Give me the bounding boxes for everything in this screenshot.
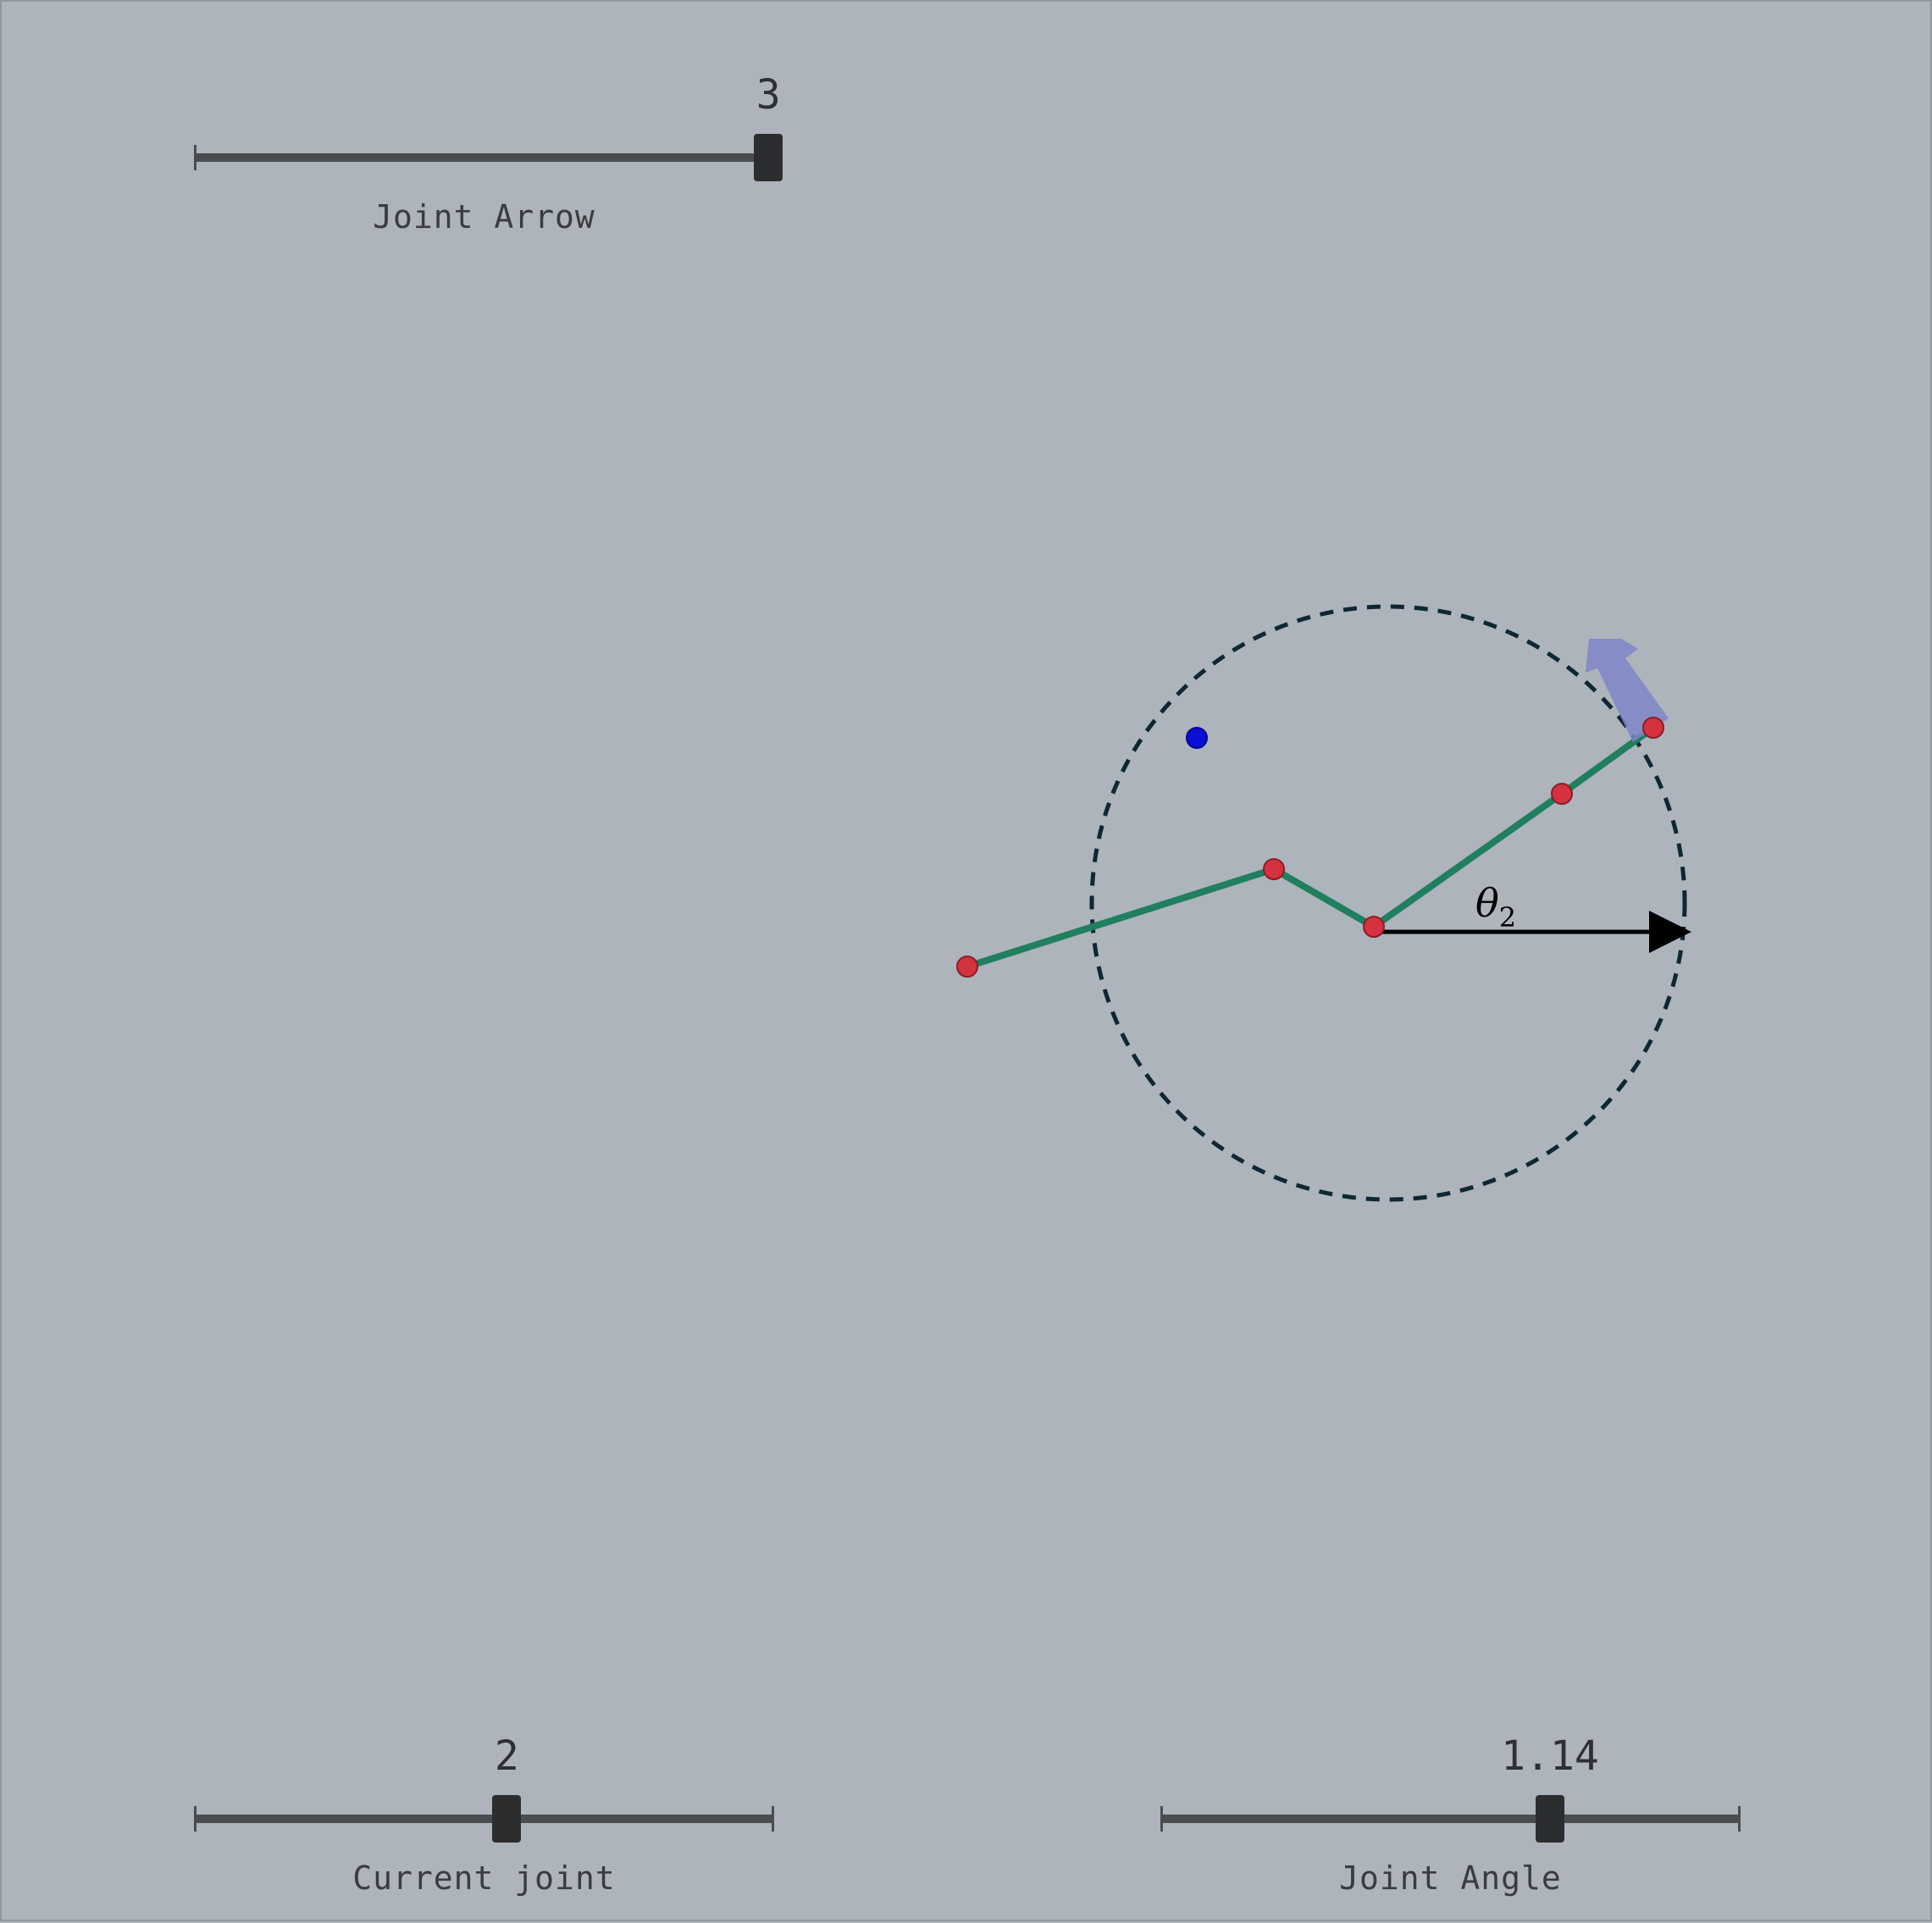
angle-label: θ2 — [1475, 880, 1516, 934]
joint-base[interactable] — [956, 956, 978, 978]
joint-3[interactable] — [1551, 783, 1573, 805]
target-point[interactable] — [1186, 727, 1208, 749]
joint-1[interactable] — [1263, 858, 1285, 880]
joint-range-circle — [1089, 604, 1687, 1202]
joint-2[interactable] — [1363, 916, 1385, 938]
end-effector[interactable] — [1642, 717, 1664, 739]
simulation-canvas[interactable]: 3 Joint Arrow 2 Current joint 1.14 Joint… — [0, 0, 1932, 1921]
robot-arm-scene[interactable]: θ2 — [2, 2, 1932, 1923]
